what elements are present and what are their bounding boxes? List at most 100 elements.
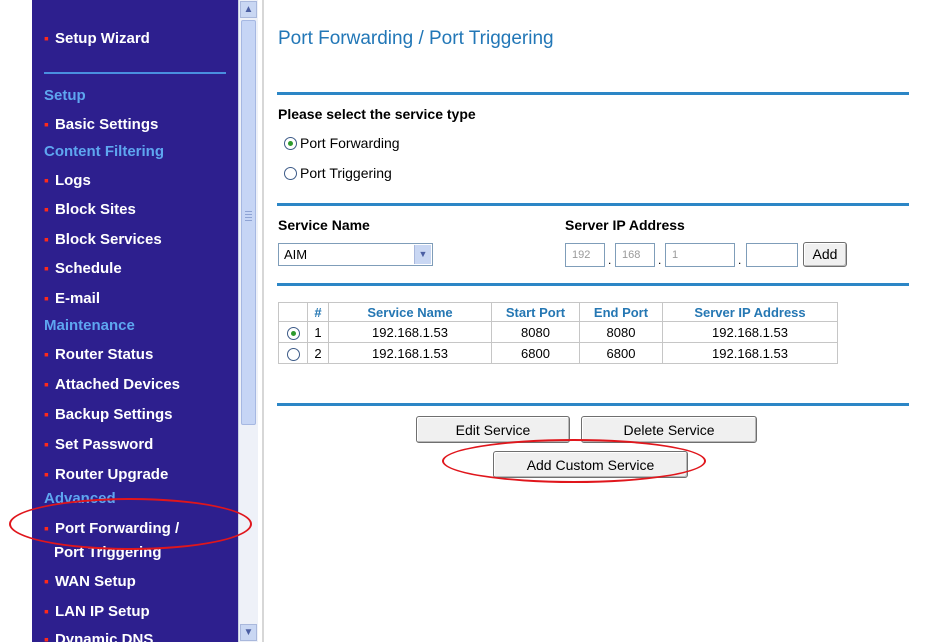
- section-divider: [277, 92, 909, 95]
- nav-label: Dynamic DNS: [54, 631, 154, 642]
- section-divider: [277, 203, 909, 206]
- column-header: End Port: [579, 302, 663, 322]
- bullet-icon: ▪: [44, 346, 49, 362]
- nav-label: LAN IP Setup: [54, 603, 150, 620]
- nav-wan-setup[interactable]: ▪ WAN Setup: [44, 573, 136, 590]
- section-divider: [277, 403, 909, 406]
- row-start-port: 6800: [491, 342, 580, 364]
- row-select-cell: [278, 321, 308, 343]
- nav-backup-settings[interactable]: ▪ Backup Settings: [44, 406, 173, 423]
- bullet-icon: ▪: [44, 631, 49, 642]
- port-forwarding-table: # Service Name Start Port End Port Serve…: [278, 302, 838, 364]
- bullet-icon: ▪: [44, 603, 49, 619]
- nav-block-services[interactable]: ▪ Block Services: [44, 231, 162, 248]
- ip-octet-4-input[interactable]: [746, 243, 798, 267]
- bullet-icon: ▪: [44, 201, 49, 217]
- bullet-icon: ▪: [44, 436, 49, 452]
- bullet-icon: ▪: [44, 466, 49, 482]
- bullet-icon: ▪: [44, 290, 49, 306]
- nav-label: Set Password: [54, 436, 154, 453]
- nav-dynamic-dns[interactable]: ▪ Dynamic DNS: [44, 631, 153, 642]
- scroll-grip-icon: [245, 211, 252, 223]
- nav-label: Logs: [54, 172, 91, 189]
- scroll-down-icon[interactable]: ▼: [240, 624, 257, 641]
- row-end-port: 8080: [579, 321, 663, 343]
- nav-email[interactable]: ▪ E-mail: [44, 290, 100, 307]
- nav-divider: [44, 72, 226, 74]
- nav-setup-wizard[interactable]: ▪ Setup Wizard: [44, 30, 150, 47]
- add-button[interactable]: Add: [803, 242, 847, 267]
- nav-label: Router Upgrade: [54, 466, 169, 483]
- nav-heading-content-filtering: Content Filtering: [44, 143, 164, 160]
- nav-label: Schedule: [54, 260, 122, 277]
- table-row[interactable]: 2 192.168.1.53 6800 6800 192.168.1.53: [278, 342, 838, 364]
- ip-octet-1-input[interactable]: 192: [565, 243, 605, 267]
- nav-logs[interactable]: ▪ Logs: [44, 172, 91, 189]
- nav-heading-setup: Setup: [44, 87, 86, 104]
- row-number: 2: [307, 342, 329, 364]
- column-header: Start Port: [491, 302, 580, 322]
- nav-router-status[interactable]: ▪ Router Status: [44, 346, 153, 363]
- scroll-thumb[interactable]: [241, 20, 256, 425]
- table-row[interactable]: 1 192.168.1.53 8080 8080 192.168.1.53: [278, 321, 838, 343]
- port-triggering-radio[interactable]: [284, 167, 297, 180]
- service-type-label: Please select the service type: [278, 106, 476, 122]
- row-select-cell: [278, 342, 308, 364]
- nav-lan-ip-setup[interactable]: ▪ LAN IP Setup: [44, 603, 150, 620]
- port-forwarding-option-label: Port Forwarding: [300, 135, 400, 151]
- row-select-radio[interactable]: [286, 326, 300, 340]
- bullet-icon: ▪: [44, 406, 49, 422]
- highlight-ellipse-add-custom-service: [442, 439, 706, 483]
- ip-octet-2-input[interactable]: 168: [615, 243, 655, 267]
- port-triggering-option-label: Port Triggering: [300, 165, 392, 181]
- ip-dot: .: [658, 253, 662, 267]
- scroll-up-icon[interactable]: ▲: [240, 1, 257, 18]
- nav-label: Backup Settings: [54, 406, 173, 423]
- table-header-row: # Service Name Start Port End Port Serve…: [278, 302, 838, 322]
- nav-block-sites[interactable]: ▪ Block Sites: [44, 201, 136, 218]
- bullet-icon: ▪: [44, 573, 49, 589]
- chevron-down-icon[interactable]: ▼: [414, 245, 431, 264]
- row-server-ip: 192.168.1.53: [662, 342, 838, 364]
- section-divider: [277, 283, 909, 286]
- bullet-icon: ▪: [44, 376, 49, 392]
- port-forwarding-radio[interactable]: [284, 137, 297, 150]
- nav-label: Attached Devices: [54, 376, 181, 393]
- service-name-select[interactable]: AIM ▼: [278, 243, 433, 266]
- server-ip-label: Server IP Address: [565, 217, 685, 233]
- column-header: #: [307, 302, 329, 322]
- nav-label: Basic Settings: [54, 116, 159, 133]
- ip-octet-3-input[interactable]: 1: [665, 243, 735, 267]
- row-service-name: 192.168.1.53: [328, 342, 492, 364]
- nav-label: Block Sites: [54, 201, 136, 218]
- bullet-icon: ▪: [44, 231, 49, 247]
- sidebar-scrollbar[interactable]: ▲ ▼: [238, 0, 258, 642]
- nav-label: WAN Setup: [54, 573, 136, 590]
- column-header: [278, 302, 308, 322]
- service-name-value: AIM: [284, 247, 308, 262]
- nav-attached-devices[interactable]: ▪ Attached Devices: [44, 376, 180, 393]
- page-title: Port Forwarding / Port Triggering: [278, 28, 554, 49]
- row-service-name: 192.168.1.53: [328, 321, 492, 343]
- row-end-port: 6800: [579, 342, 663, 364]
- column-header: Service Name: [328, 302, 492, 322]
- frame-divider: [262, 0, 264, 642]
- ip-dot: .: [738, 253, 742, 267]
- ip-dot: .: [608, 253, 612, 267]
- row-server-ip: 192.168.1.53: [662, 321, 838, 343]
- bullet-icon: ▪: [44, 172, 49, 188]
- nav-schedule[interactable]: ▪ Schedule: [44, 260, 122, 277]
- nav-set-password[interactable]: ▪ Set Password: [44, 436, 153, 453]
- bullet-icon: ▪: [44, 260, 49, 276]
- nav-label: Setup Wizard: [54, 30, 150, 47]
- row-select-radio[interactable]: [286, 347, 300, 361]
- nav-label: Router Status: [54, 346, 154, 363]
- nav-router-upgrade[interactable]: ▪ Router Upgrade: [44, 466, 168, 483]
- nav-label: E-mail: [54, 290, 100, 307]
- nav-basic-settings[interactable]: ▪ Basic Settings: [44, 116, 158, 133]
- row-start-port: 8080: [491, 321, 580, 343]
- bullet-icon: ▪: [44, 116, 49, 132]
- row-number: 1: [307, 321, 329, 343]
- service-name-label: Service Name: [278, 217, 370, 233]
- bullet-icon: ▪: [44, 30, 49, 46]
